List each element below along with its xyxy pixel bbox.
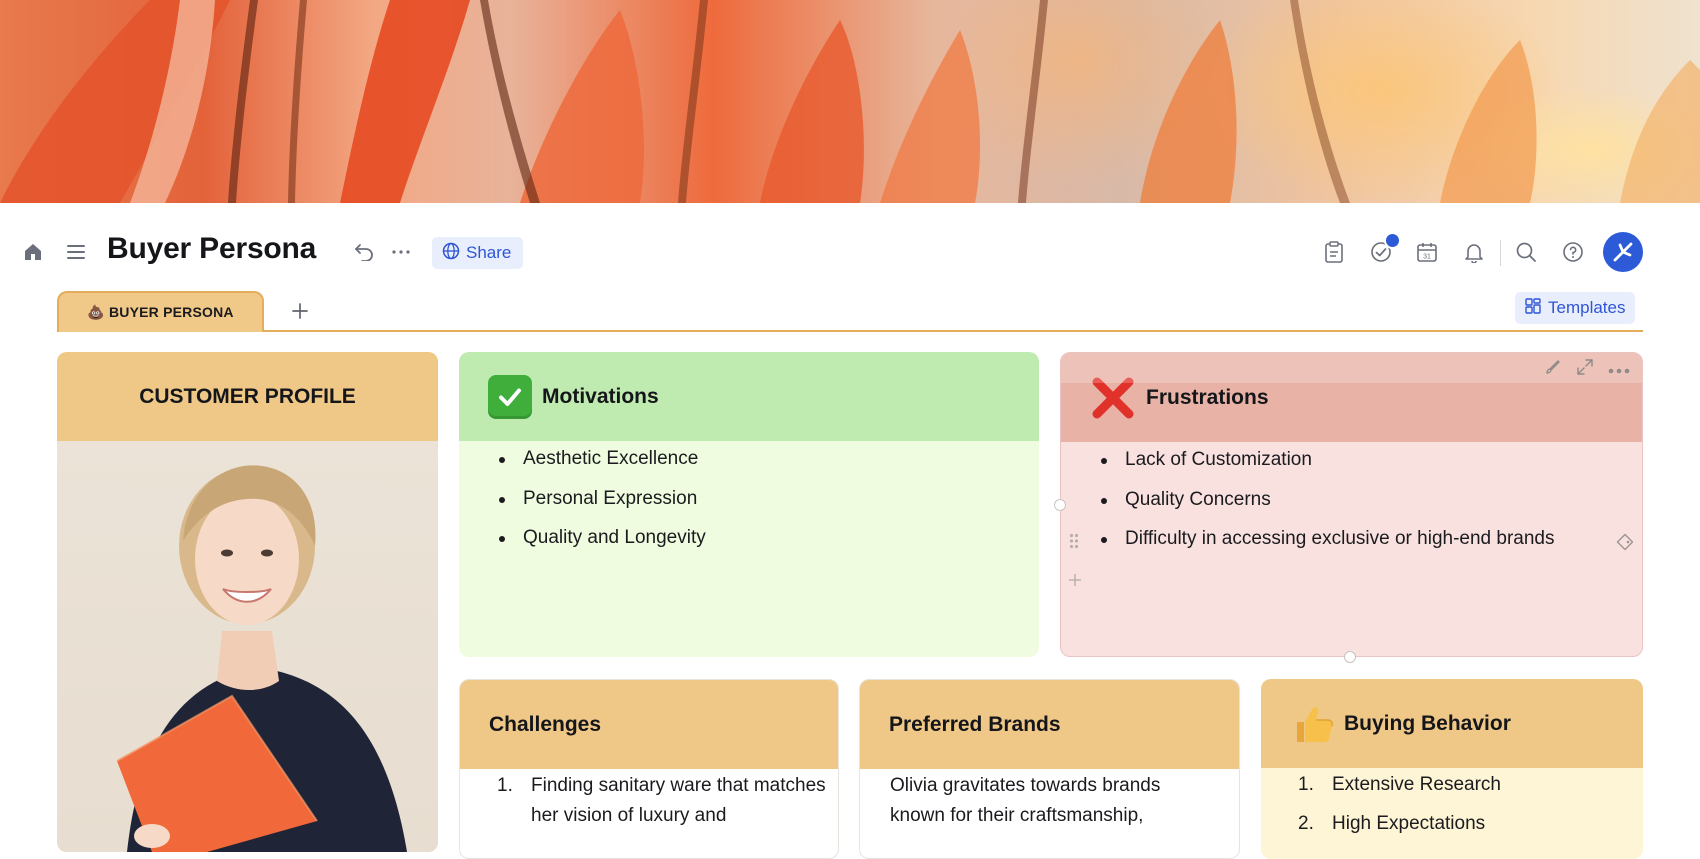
list-item[interactable]: Quality Concerns <box>1101 489 1642 510</box>
expand-icon[interactable] <box>1576 358 1594 381</box>
list-item[interactable]: Aesthetic Excellence <box>499 449 1039 469</box>
home-icon[interactable] <box>19 238 47 266</box>
list-text: Finding sanitary ware that matches her v… <box>531 775 826 826</box>
add-tab-button[interactable] <box>287 298 313 324</box>
challenges-card[interactable]: Challenges 1. Finding sanitary ware that… <box>459 679 839 859</box>
frustrations-list: Lack of Customization Quality Concerns D… <box>1061 442 1642 549</box>
grid-icon <box>1525 297 1541 319</box>
tab-buyer-persona[interactable]: 💩 BUYER PERSONA <box>57 291 264 332</box>
tag-icon[interactable] <box>1616 533 1634 556</box>
user-avatar[interactable] <box>1603 232 1643 272</box>
challenges-list: 1. Finding sanitary ware that matches he… <box>460 769 838 831</box>
resize-handle[interactable] <box>1344 651 1356 663</box>
notification-badge <box>1384 232 1401 249</box>
more-options-icon[interactable] <box>1608 361 1630 379</box>
motivations-heading: Motivations <box>542 384 659 408</box>
add-item-icon[interactable] <box>1068 573 1082 592</box>
list-text: Extensive Research <box>1332 774 1501 795</box>
undo-icon[interactable] <box>350 238 378 266</box>
globe-icon <box>442 242 460 265</box>
search-icon[interactable] <box>1512 238 1540 266</box>
customer-profile-card[interactable]: CUSTOMER PROFILE <box>57 352 438 852</box>
card-tools <box>1544 358 1630 381</box>
buying-behavior-list: 1. Extensive Research 2. High Expectatio… <box>1261 768 1643 839</box>
page-title[interactable]: Buyer Persona <box>107 232 316 266</box>
more-icon[interactable] <box>387 238 415 266</box>
list-item[interactable]: 1. Extensive Research <box>1298 770 1643 800</box>
buying-behavior-heading: Buying Behavior <box>1344 711 1511 735</box>
brush-icon[interactable] <box>1544 358 1562 381</box>
thumbs-up-icon <box>1290 701 1336 747</box>
check-mark-icon <box>488 374 532 419</box>
help-icon[interactable] <box>1559 238 1587 266</box>
svg-text:31: 31 <box>1423 254 1431 261</box>
motivations-list: Aesthetic Excellence Personal Expression… <box>459 441 1039 548</box>
list-item[interactable]: Difficulty in accessing exclusive or hig… <box>1101 529 1642 549</box>
list-item[interactable]: Lack of Customization <box>1101 450 1642 470</box>
list-text: High Expectations <box>1332 813 1486 834</box>
preferred-brands-text[interactable]: Olivia gravitates towards brands known f… <box>860 769 1239 831</box>
bell-icon[interactable] <box>1460 238 1488 266</box>
share-button[interactable]: Share <box>432 237 524 269</box>
clipboard-icon[interactable] <box>1320 238 1348 266</box>
list-item[interactable]: Personal Expression <box>499 488 1039 509</box>
drag-handle-icon[interactable] <box>1069 533 1079 554</box>
list-item[interactable]: Quality and Longevity <box>499 528 1039 548</box>
plus-icon <box>292 303 308 319</box>
calendar-icon[interactable]: 31 <box>1413 238 1441 266</box>
list-number: 2. <box>1298 813 1314 834</box>
top-bar: Buyer Persona Share 31 <box>0 226 1700 278</box>
profile-photo <box>57 441 438 852</box>
share-label: Share <box>466 243 512 262</box>
list-item[interactable]: 1. Finding sanitary ware that matches he… <box>497 771 838 831</box>
cover-image <box>0 0 1700 203</box>
buying-behavior-card[interactable]: Buying Behavior 1. Extensive Research 2.… <box>1261 679 1643 859</box>
tab-bar: 💩 BUYER PERSONA Templates <box>57 290 1643 332</box>
frustrations-card[interactable]: Frustrations Lack of Customization Quali… <box>1060 352 1643 657</box>
resize-handle[interactable] <box>1054 499 1066 511</box>
preferred-brands-card[interactable]: Preferred Brands Olivia gravitates towar… <box>859 679 1240 859</box>
templates-button[interactable]: Templates <box>1515 292 1636 324</box>
list-item[interactable]: 2. High Expectations <box>1298 809 1643 839</box>
preferred-brands-heading: Preferred Brands <box>889 712 1061 736</box>
customer-profile-heading: CUSTOMER PROFILE <box>139 384 356 408</box>
toolbar-divider <box>1500 240 1501 266</box>
templates-label: Templates <box>1548 298 1626 317</box>
motivations-card[interactable]: Motivations Aesthetic Excellence Persona… <box>459 352 1039 657</box>
list-number: 1. <box>1298 774 1314 795</box>
challenges-heading: Challenges <box>489 712 602 736</box>
list-number: 1. <box>497 775 513 796</box>
frustrations-heading: Frustrations <box>1146 385 1269 409</box>
menu-icon[interactable] <box>62 238 90 266</box>
